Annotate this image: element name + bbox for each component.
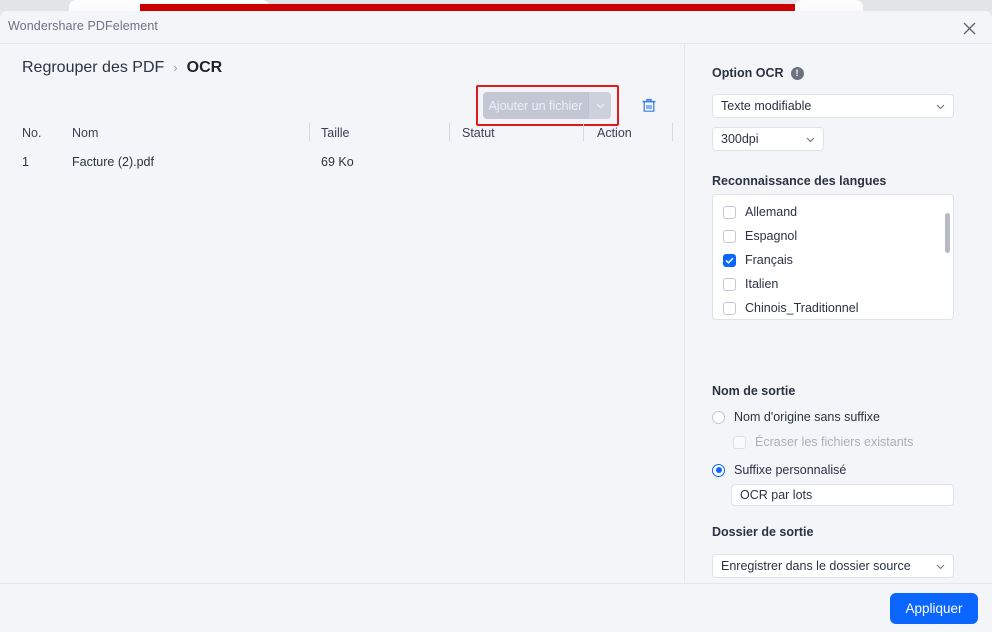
add-file-button[interactable]: Ajouter un fichier	[483, 92, 588, 119]
lang-label: Italien	[745, 277, 779, 291]
cell-no: 1	[22, 155, 29, 169]
background-tab-stub-secondary[interactable]	[795, 0, 863, 11]
ocr-mode-value: Texte modifiable	[721, 99, 812, 113]
add-file-split-button[interactable]: Ajouter un fichier	[483, 92, 611, 119]
output-folder-label: Dossier de sortie	[712, 525, 814, 539]
file-list-pane: Regrouper des PDF › OCR Ajouter un fichi…	[0, 44, 685, 583]
cell-taille: 69 Ko	[321, 155, 354, 169]
breadcrumb-root[interactable]: Regrouper des PDF	[22, 59, 164, 77]
checkbox-icon[interactable]	[723, 301, 736, 315]
trash-icon[interactable]	[637, 94, 661, 118]
scrollbar-thumb[interactable]	[945, 213, 950, 253]
chevron-down-icon[interactable]	[588, 92, 611, 119]
suffix-input-wrap: OCR par lots	[731, 484, 954, 506]
chevron-down-icon	[806, 132, 815, 146]
close-icon[interactable]	[956, 16, 982, 40]
languages-list: Allemand Espagnol Français Italien Chino…	[712, 194, 954, 320]
breadcrumb-current: OCR	[186, 59, 223, 76]
column-divider	[449, 123, 450, 141]
lang-label: Allemand	[745, 205, 798, 219]
application-window: Wondershare PDFelement Regrouper des PDF…	[0, 11, 992, 632]
lang-label: Espagnol	[745, 229, 798, 243]
column-header-action: Action	[597, 126, 632, 140]
footer-bar: Appliquer	[0, 583, 992, 632]
lang-item-allemand[interactable]: Allemand	[713, 200, 953, 224]
lang-label: Chinois_Traditionnel	[745, 301, 859, 315]
radio-selected-icon[interactable]	[712, 463, 725, 477]
radio-custom-suffix[interactable]: Suffixe personnalisé	[712, 463, 846, 477]
browser-tab-strip	[0, 0, 992, 11]
file-table: No. Nom Taille Statut Action 1 Facture (…	[0, 121, 685, 177]
suffix-input[interactable]: OCR par lots	[731, 484, 954, 506]
lang-item-francais[interactable]: Français	[713, 248, 953, 272]
lang-item-italien[interactable]: Italien	[713, 272, 953, 296]
checkbox-overwrite-existing: Écraser les fichiers existants	[733, 435, 913, 449]
dpi-value: 300dpi	[721, 132, 759, 146]
dpi-select[interactable]: 300dpi	[712, 127, 824, 151]
chevron-down-icon	[936, 559, 945, 573]
column-header-no: No.	[22, 126, 42, 140]
red-accent-bar	[140, 4, 795, 11]
cell-nom: Facture (2).pdf	[72, 155, 154, 169]
checkbox-icon[interactable]	[723, 277, 736, 291]
column-header-statut: Statut	[462, 126, 495, 140]
table-row[interactable]: 1 Facture (2).pdf 69 Ko	[0, 148, 685, 177]
output-folder-select[interactable]: Enregistrer dans le dossier source	[712, 554, 954, 578]
lang-item-espagnol[interactable]: Espagnol	[713, 224, 953, 248]
output-folder-value: Enregistrer dans le dossier source	[721, 559, 911, 573]
radio-original-name[interactable]: Nom d'origine sans suffixe	[712, 410, 880, 424]
radio-original-name-label: Nom d'origine sans suffixe	[734, 410, 880, 424]
app-title: Wondershare PDFelement	[8, 19, 158, 33]
overwrite-label: Écraser les fichiers existants	[755, 435, 914, 449]
radio-custom-suffix-label: Suffixe personnalisé	[734, 463, 847, 477]
breadcrumb: Regrouper des PDF › OCR	[22, 59, 222, 77]
table-header-row: No. Nom Taille Statut Action	[0, 121, 685, 148]
column-divider	[309, 123, 310, 141]
chevron-down-icon	[936, 99, 945, 113]
lang-label: Français	[745, 253, 793, 267]
apply-button[interactable]: Appliquer	[890, 593, 978, 624]
column-header-nom: Nom	[72, 126, 99, 140]
ocr-mode-select[interactable]: Texte modifiable	[712, 94, 954, 118]
ocr-option-label: Option OCR	[712, 66, 784, 80]
output-name-label: Nom de sortie	[712, 384, 796, 398]
checkbox-icon[interactable]	[723, 229, 736, 243]
info-icon[interactable]: !	[790, 66, 804, 80]
checkbox-checked-icon[interactable]	[723, 253, 736, 267]
checkbox-icon	[733, 435, 746, 449]
ocr-option-label-row: Option OCR !	[712, 66, 804, 80]
column-header-taille: Taille	[321, 126, 350, 140]
ocr-options-pane: Option OCR ! Texte modifiable 300dpi Rec…	[686, 44, 992, 583]
title-bar: Wondershare PDFelement	[0, 11, 992, 44]
checkbox-icon[interactable]	[723, 205, 736, 219]
breadcrumb-separator-icon: ›	[173, 60, 178, 75]
column-divider	[583, 123, 584, 141]
lang-item-chinois-traditionnel[interactable]: Chinois_Traditionnel	[713, 296, 953, 319]
column-divider	[672, 123, 673, 141]
radio-icon[interactable]	[712, 410, 725, 424]
vertical-scrollbar[interactable]	[945, 200, 950, 316]
languages-label: Reconnaissance des langues	[712, 174, 887, 188]
